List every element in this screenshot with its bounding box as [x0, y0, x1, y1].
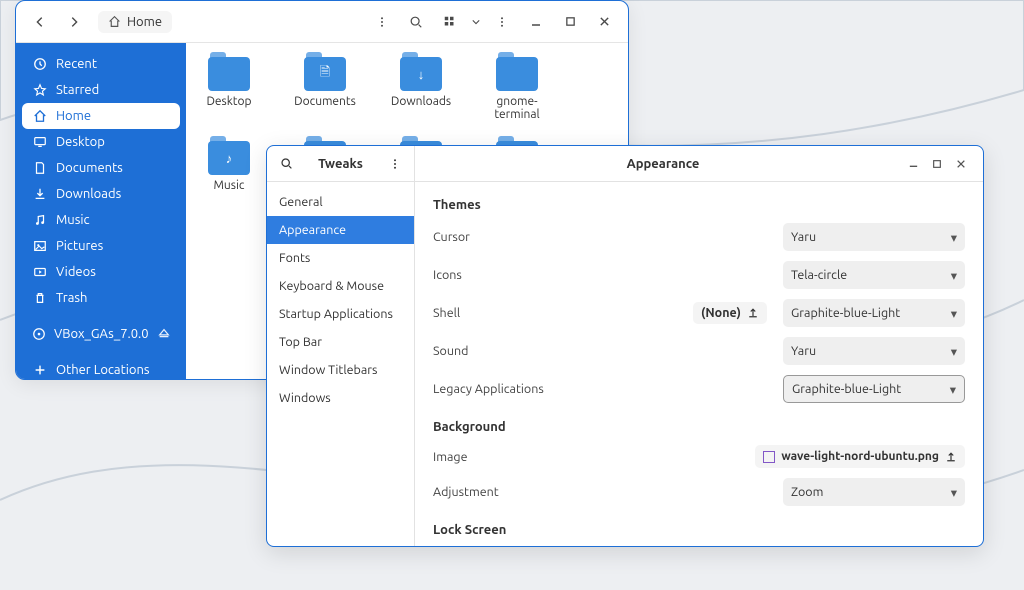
tweaks-menu-button[interactable]	[382, 151, 408, 177]
music-icon	[32, 213, 48, 227]
upload-icon	[945, 451, 957, 463]
theme-row-label: Icons	[433, 268, 573, 282]
theme-sound-dropdown[interactable]: Yaru▾	[783, 337, 965, 365]
folder-icon: ↓	[400, 57, 442, 91]
tweaks-nav-top-bar[interactable]: Top Bar	[267, 328, 414, 356]
sidebar-item-starred[interactable]: Starred	[22, 77, 180, 103]
theme-icons-dropdown[interactable]: Tela-circle▾	[783, 261, 965, 289]
folder-music[interactable]: ♪Music	[196, 141, 262, 192]
disc-icon	[32, 327, 46, 341]
bg-image-label: Image	[433, 450, 573, 464]
folder-icon: 🗎	[304, 57, 346, 91]
doc-icon	[32, 161, 48, 175]
tweaks-app-title: Tweaks	[305, 157, 376, 171]
tweaks-nav-windows[interactable]: Windows	[267, 384, 414, 412]
home-icon	[32, 109, 48, 123]
files-headerbar: Home	[16, 1, 628, 43]
bg-image-chooser[interactable]: wave-light-nord-ubuntu.png	[755, 445, 965, 468]
close-button[interactable]	[588, 7, 620, 37]
back-button[interactable]	[24, 7, 56, 37]
theme-row-label: Shell	[433, 306, 573, 320]
sidebar-item-music[interactable]: Music	[22, 207, 180, 233]
files-sidebar: RecentStarredHomeDesktopDocumentsDownloa…	[16, 43, 186, 379]
picture-icon	[32, 239, 48, 253]
hamburger-menu-button[interactable]	[486, 7, 518, 37]
theme-row-label: Cursor	[433, 230, 573, 244]
section-lockscreen: Lock Screen	[433, 523, 965, 537]
sidebar-item-home[interactable]: Home	[22, 103, 180, 129]
folder-icon: ♪	[208, 141, 250, 175]
plus-icon	[32, 363, 48, 377]
sidebar-item-downloads[interactable]: Downloads	[22, 181, 180, 207]
bg-adjustment-dropdown[interactable]: Zoom ▾	[783, 478, 965, 506]
folder-icon	[496, 57, 538, 91]
view-caret-button[interactable]	[468, 7, 484, 37]
sidebar-item-desktop[interactable]: Desktop	[22, 129, 180, 155]
forward-button[interactable]	[58, 7, 90, 37]
tweaks-nav-fonts[interactable]: Fonts	[267, 244, 414, 272]
search-button[interactable]	[400, 7, 432, 37]
sidebar-item-pictures[interactable]: Pictures	[22, 233, 180, 259]
desktop-icon	[32, 135, 48, 149]
sidebar-mount[interactable]: VBox_GAs_7.0.0	[22, 321, 180, 347]
minimize-button[interactable]	[520, 7, 552, 37]
theme-shell-dropdown[interactable]: Graphite-blue-Light▾	[783, 299, 965, 327]
shell-none-badge: (None)	[693, 302, 767, 324]
theme-row-label: Legacy Applications	[433, 382, 573, 396]
folder-gnome-terminal[interactable]: gnome-terminal	[484, 57, 550, 121]
sidebar-other-locations[interactable]: Other Locations	[22, 357, 180, 379]
sidebar-item-trash[interactable]: Trash	[22, 285, 180, 311]
folder-downloads[interactable]: ↓Downloads	[388, 57, 454, 121]
sidebar-item-documents[interactable]: Documents	[22, 155, 180, 181]
sidebar-item-recent[interactable]: Recent	[22, 51, 180, 77]
tweaks-nav-appearance[interactable]: Appearance	[267, 216, 414, 244]
maximize-button[interactable]	[554, 7, 586, 37]
tweaks-search-button[interactable]	[273, 151, 299, 177]
tweaks-maximize-button[interactable]	[925, 152, 949, 176]
section-themes: Themes	[433, 198, 965, 212]
star-icon	[32, 83, 48, 97]
tweaks-window: Tweaks GeneralAppearanceFontsKeyboard & …	[266, 145, 984, 547]
theme-cursor-dropdown[interactable]: Yaru▾	[783, 223, 965, 251]
clock-icon	[32, 57, 48, 71]
tweaks-content: Themes Cursor Yaru▾ Icons Tela-circle▾ Shell…	[415, 182, 983, 546]
sidebar-item-videos[interactable]: Videos	[22, 259, 180, 285]
upload-icon	[747, 307, 759, 319]
path-bar[interactable]: Home	[98, 11, 172, 33]
tweaks-nav-startup-applications[interactable]: Startup Applications	[267, 300, 414, 328]
image-icon	[763, 451, 775, 463]
tweaks-nav-keyboard-mouse[interactable]: Keyboard & Mouse	[267, 272, 414, 300]
tweaks-nav: GeneralAppearanceFontsKeyboard & MouseSt…	[267, 182, 414, 418]
tweaks-minimize-button[interactable]	[901, 152, 925, 176]
video-icon	[32, 265, 48, 279]
download-icon	[32, 187, 48, 201]
section-background: Background	[433, 420, 965, 434]
eject-button[interactable]	[157, 327, 171, 341]
view-grid-button[interactable]	[434, 7, 466, 37]
theme-row-label: Sound	[433, 344, 573, 358]
bg-image-value: wave-light-nord-ubuntu.png	[781, 450, 939, 463]
tweaks-page-title: Appearance	[425, 157, 901, 171]
tweaks-nav-general[interactable]: General	[267, 188, 414, 216]
tweaks-close-button[interactable]	[949, 152, 973, 176]
folder-documents[interactable]: 🗎Documents	[292, 57, 358, 121]
theme-legacy-applications-dropdown[interactable]: Graphite-blue-Light▾	[783, 375, 965, 403]
tweaks-nav-window-titlebars[interactable]: Window Titlebars	[267, 356, 414, 384]
tweaks-sidebar: Tweaks GeneralAppearanceFontsKeyboard & …	[267, 146, 415, 546]
bg-adjustment-label: Adjustment	[433, 485, 573, 499]
path-label: Home	[127, 15, 162, 29]
trash-icon	[32, 291, 48, 305]
path-menu-button[interactable]	[366, 7, 398, 37]
folder-desktop[interactable]: Desktop	[196, 57, 262, 121]
folder-icon	[208, 57, 250, 91]
home-icon	[108, 15, 121, 28]
